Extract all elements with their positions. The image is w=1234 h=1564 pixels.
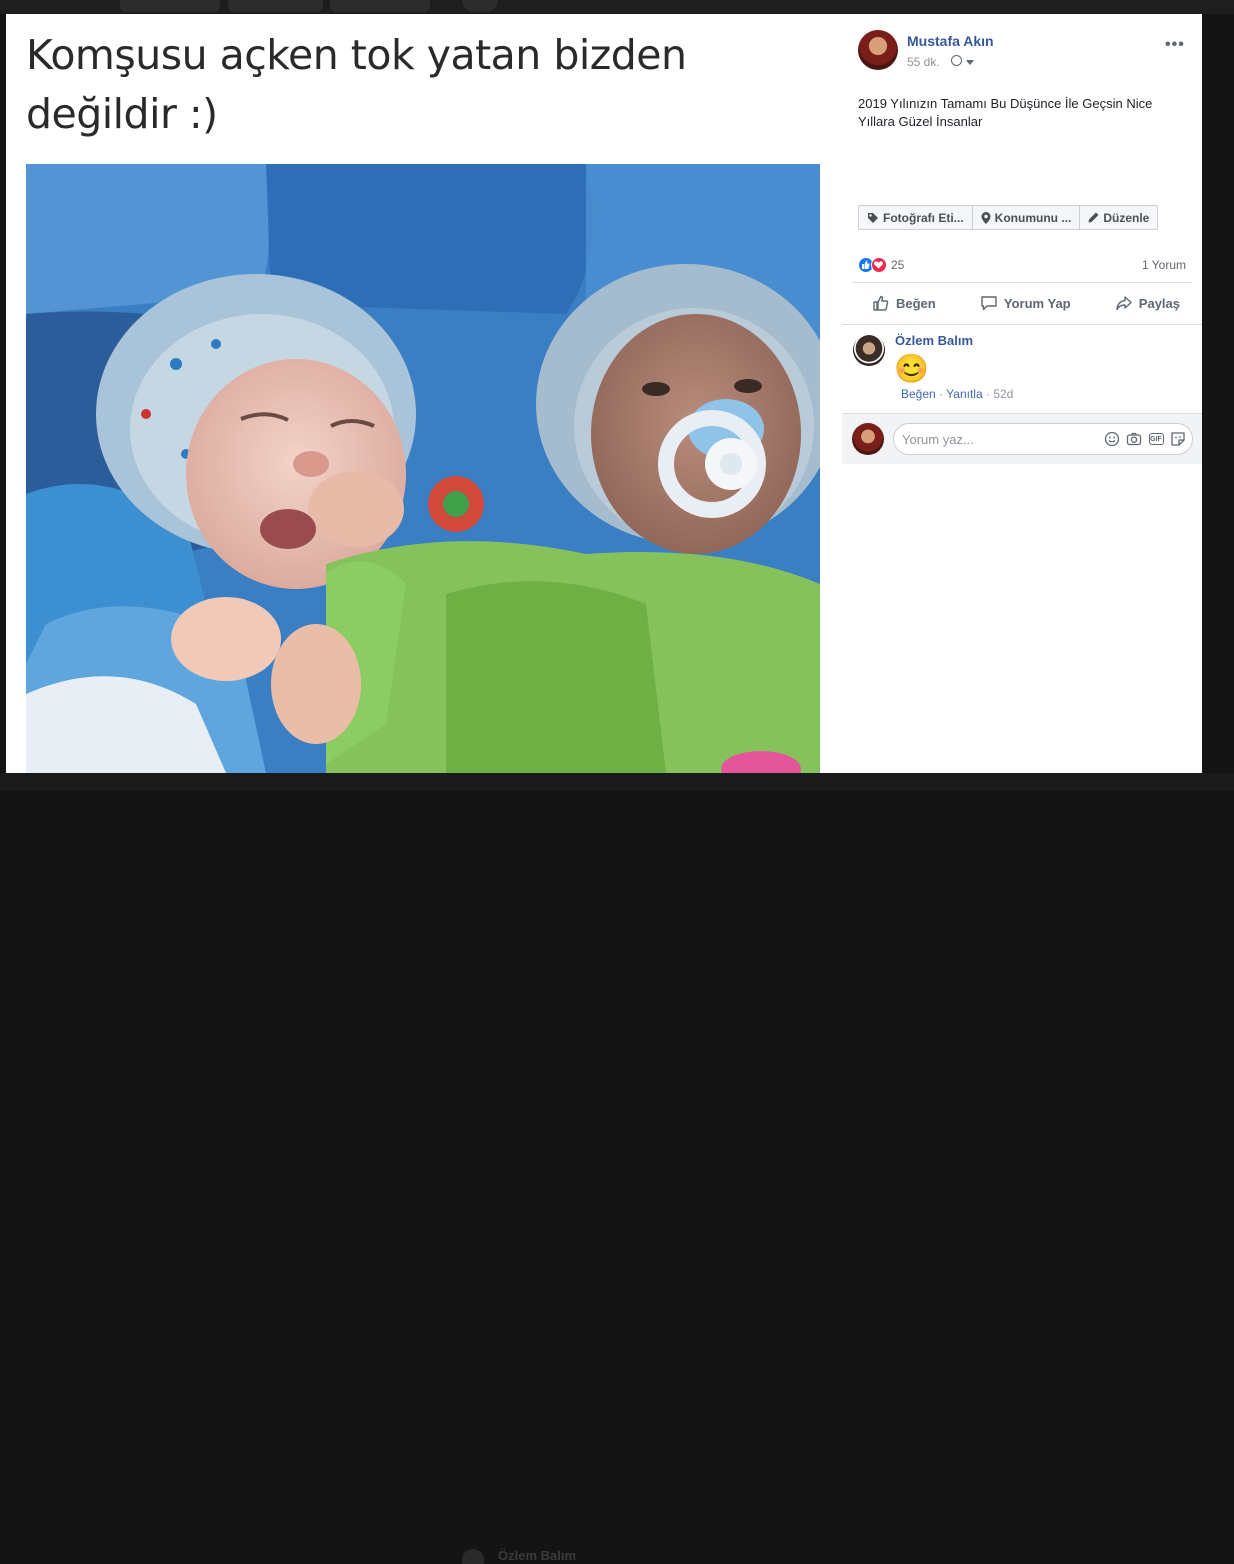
babies-illustration xyxy=(26,164,820,773)
comment-author-link[interactable]: Özlem Balım xyxy=(895,333,973,348)
photo-tag-bar: Fotoğrafı Eti... Konumunu ... Düzenle xyxy=(858,205,1159,230)
post-side-panel: Mustafa Akın 55 dk. ••• 2019 Yılınızın T… xyxy=(842,14,1202,773)
comment-input[interactable]: Yorum yaz... GIF xyxy=(893,423,1193,455)
meme-caption-line: değildir :) xyxy=(26,90,218,138)
photo-viewer[interactable]: Komşusu açken tok yatan bizden değildir … xyxy=(6,14,842,773)
like-label: Beğen xyxy=(896,295,936,311)
love-reaction-icon xyxy=(871,257,887,273)
sticker-icon[interactable] xyxy=(1170,431,1186,447)
thumbs-up-icon xyxy=(873,295,889,311)
comment-like-link[interactable]: Beğen xyxy=(901,387,936,401)
emoji-icon[interactable] xyxy=(1104,431,1120,447)
divider xyxy=(842,324,1202,325)
post-actions: Beğen Yorum Yap Paylaş xyxy=(858,290,1194,316)
background-comment-author: Özlem Balım xyxy=(498,1548,577,1563)
camera-icon[interactable] xyxy=(1126,431,1142,447)
reactions-summary[interactable]: 25 xyxy=(858,257,904,273)
pencil-icon xyxy=(1088,212,1099,223)
comment-emoji: 😊 xyxy=(894,353,929,384)
location-pin-icon xyxy=(981,211,991,224)
author-avatar[interactable] xyxy=(858,30,898,70)
tag-photo-button[interactable]: Fotoğrafı Eti... xyxy=(859,206,973,229)
comment-label: Yorum Yap xyxy=(1003,295,1071,311)
share-label: Paylaş xyxy=(1138,295,1180,311)
comments-count-link[interactable]: 1 Yorum xyxy=(1142,258,1186,272)
background-thumbnail xyxy=(120,0,220,12)
current-user-avatar xyxy=(852,423,884,455)
chevron-down-icon[interactable] xyxy=(966,60,974,65)
like-button[interactable]: Beğen xyxy=(858,290,950,316)
tag-location-button[interactable]: Konumunu ... xyxy=(973,206,1081,229)
background-thumbnail xyxy=(228,0,323,12)
meme-caption: Komşusu açken tok yatan bizden değildir … xyxy=(26,26,806,144)
comment-age[interactable]: 52d xyxy=(993,387,1013,401)
share-icon xyxy=(1116,296,1132,311)
composer-icons: GIF xyxy=(1104,431,1186,447)
comment-composer-area: Yorum yaz... GIF xyxy=(842,413,1202,464)
reactions-count: 25 xyxy=(891,258,905,272)
comment-button[interactable]: Yorum Yap xyxy=(966,290,1085,316)
tag-location-label: Konumunu ... xyxy=(994,210,1072,225)
comment-reply-link[interactable]: Yanıtla xyxy=(946,387,982,401)
edit-label: Düzenle xyxy=(1103,210,1150,225)
comment-icon xyxy=(981,296,997,311)
meme-caption-line: Komşusu açken tok yatan bizden xyxy=(26,31,687,79)
share-button[interactable]: Paylaş xyxy=(1101,290,1194,316)
background-page-top xyxy=(0,0,1234,14)
globe-icon[interactable] xyxy=(951,55,962,66)
comment-actions: Beğen · Yanıtla · 52d xyxy=(901,387,1013,401)
more-options-icon[interactable]: ••• xyxy=(1165,36,1185,54)
divider xyxy=(852,282,1192,283)
tag-icon xyxy=(868,212,878,223)
comment-input-placeholder: Yorum yaz... xyxy=(902,432,974,447)
post-text: 2019 Yılınızın Tamamı Bu Düşünce İle Geç… xyxy=(858,96,1153,129)
background-thumbnail xyxy=(330,0,430,12)
edit-button[interactable]: Düzenle xyxy=(1080,206,1157,229)
post-timestamp[interactable]: 55 dk. xyxy=(907,55,940,69)
background-page-bottom: Özlem Balım xyxy=(0,773,1234,1564)
background-avatar xyxy=(462,0,498,12)
tag-photo-label: Fotoğrafı Eti... xyxy=(883,210,964,225)
photo-lightbox: Komşusu açken tok yatan bizden değildir … xyxy=(6,14,1202,773)
commenter-avatar[interactable] xyxy=(853,334,885,366)
background-avatar xyxy=(462,1549,484,1564)
gif-icon[interactable]: GIF xyxy=(1148,431,1164,447)
author-name-link[interactable]: Mustafa Akın xyxy=(907,33,994,49)
babies-photo xyxy=(26,164,820,773)
